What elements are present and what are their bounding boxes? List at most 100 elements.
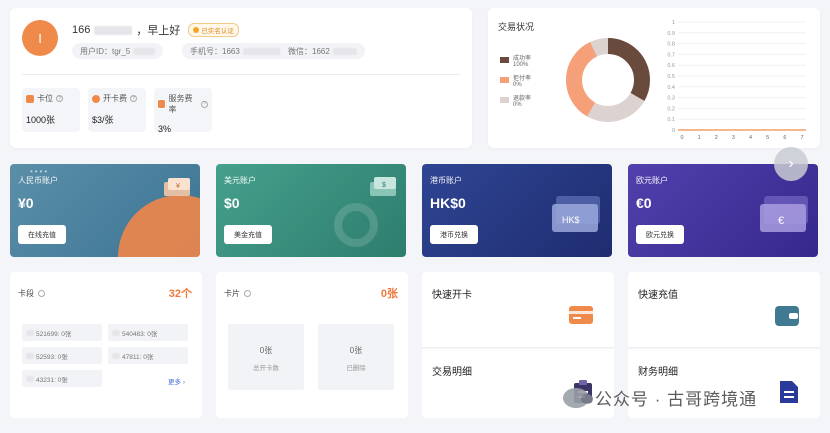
recharge-button[interactable]: 在线充值 [18,225,66,244]
card-slot-icon [26,94,34,103]
deleted-cards-box: 0张 已删除 [318,324,394,390]
quick-open-card[interactable]: 快速开卡 [422,272,614,348]
x-tick-label: 7 [800,135,803,141]
segments-count: 32个 [168,288,192,300]
y-tick-label: 0.5 [667,74,675,80]
chevron-right-icon: › [182,379,185,386]
cards-header: 卡片 [224,288,251,299]
svg-text:¥: ¥ [176,183,180,190]
account-title: 港币账户 [430,176,462,185]
help-icon[interactable]: ? [130,95,137,102]
y-tick-label: 0.9 [667,31,675,37]
y-tick-label: 0.3 [667,96,675,102]
y-tick-label: 0.7 [667,52,675,58]
exchange-button[interactable]: 欧元兑换 [636,225,684,244]
quick-recharge[interactable]: 快速充值 [628,272,820,348]
usd-account-card[interactable]: 美元账户 $0 美金充值 $ [216,164,406,257]
user-id-pill: 用户ID：tgr_5 [72,43,164,59]
document-icon [780,381,798,403]
help-icon[interactable]: ? [201,100,208,108]
x-tick-label: 1 [698,135,701,141]
recharge-button[interactable]: 美金充值 [224,225,272,244]
segment-item[interactable]: 52593: 0张 [22,347,102,364]
avatar[interactable]: I [22,20,58,56]
greeting: 166 ，早上好 已实名认证 [72,22,239,38]
cards-panel: 卡片 0张 0张 总开卡数 0张 已删除 [216,272,408,418]
usd-money-icon: $ [370,177,396,196]
stat-card-slots: 卡位? 1000张 [22,88,80,132]
account-balance: €0 [636,195,652,211]
verified-icon [193,27,200,33]
account-title: 欧元账户 [636,176,668,185]
segment-item[interactable]: 540483: 0张 [108,324,188,341]
legend-success: 成功率 100% [500,56,531,68]
segment-item[interactable]: 43231: 0张 [22,370,102,387]
help-icon[interactable] [244,290,251,297]
credit-card-icon [569,306,593,324]
more-link[interactable]: 更多 › [168,376,185,386]
stat-service-rate: 服务费率? 3% [154,88,212,134]
cny-money-icon: ¥ [164,178,190,196]
y-tick-label: 1 [672,20,675,26]
stat-value: 1000张 [26,115,56,125]
rate-icon [158,100,166,108]
svg-text:HK$: HK$ [562,215,580,225]
x-tick-label: 4 [749,135,752,141]
svg-text:€: € [778,215,784,227]
help-icon[interactable]: ? [56,95,63,102]
verified-badge: 已实名认证 [188,23,239,37]
wechat-logo-icon [563,387,593,408]
fee-icon [92,94,100,103]
total-cards-box: 0张 总开卡数 [228,324,304,390]
account-title: 美元账户 [224,176,256,185]
y-tick-label: 0.6 [667,63,675,69]
carousel-next-button[interactable]: › [774,147,808,181]
cards-count: 0张 [380,288,398,300]
y-tick-label: 0.8 [667,42,675,48]
stat-value: 3% [158,124,172,134]
help-icon[interactable] [38,290,45,297]
account-balance: ¥0 [18,195,34,211]
legend-chargeback: 拒付率 0% [500,76,531,88]
segments-header: 卡段 [18,288,45,299]
cny-account-card[interactable]: •••• 人民币账户 ¥0 在线充值 ¥ [10,164,200,257]
wallet-icon [775,306,799,326]
y-tick-label: 0.2 [667,106,675,112]
x-tick-label: 0 [680,135,683,141]
divider [22,74,460,75]
segment-item[interactable]: 47811: 0张 [108,347,188,364]
x-tick-label: 3 [732,135,735,141]
y-tick-label: 0.4 [667,85,675,91]
x-tick-label: 5 [766,135,769,141]
exchange-button[interactable]: 港币兑换 [430,225,478,244]
chevron-right-icon: › [788,155,794,172]
stat-value: $3/张 [92,115,114,125]
account-title: 人民币账户 [18,176,58,185]
profile-card: I 166 ，早上好 已实名认证 用户ID：tgr_5 手机号：1663 微信：… [10,8,472,148]
watermark: 公众号 · 古哥跨境通 [563,385,757,410]
avatar-letter: I [38,30,42,46]
hkd-account-card[interactable]: 港币账户 HK$0 港币兑换 HK$ [422,164,612,257]
legend-refund: 退款率 0% [500,96,531,108]
line-chart: 1 0.9 0.8 0.7 0.6 0.5 0.4 0.3 0.2 0.1 00 1 2 3 4 5 6 7 [667,20,806,141]
greeting-prefix: 166 [72,24,91,36]
donut-chart [566,38,650,122]
x-tick-label: 6 [783,135,786,141]
svg-text:$: $ [382,182,386,189]
x-tick-label: 2 [715,135,718,141]
y-tick-label: 0.1 [667,117,675,123]
hkd-money-icon: HK$ [552,196,600,232]
y-tick-label: 0 [672,128,675,134]
phone-pill: 手机号：1663 [182,43,291,59]
trade-status-card: 交易状况 成功率 100% 拒付率 0% 退款率 0% 1 0.9 0.8 0.7 0.6 0.… [488,8,820,148]
card-segments-panel: 卡段 32个 521699: 0张 540483: 0张 52593: 0张 4… [10,272,202,418]
eur-money-icon: € [760,196,808,232]
wechat-pill: 微信：1662 [280,43,365,59]
segment-item[interactable]: 521699: 0张 [22,324,102,341]
greeting-suffix: ，早上好 [136,25,181,37]
account-balance: $0 [224,195,240,211]
trade-title: 交易状况 [498,22,535,32]
stat-open-fee: 开卡费? $3/张 [88,88,146,132]
account-balance: HK$0 [430,195,466,211]
redacted-name [94,25,133,35]
